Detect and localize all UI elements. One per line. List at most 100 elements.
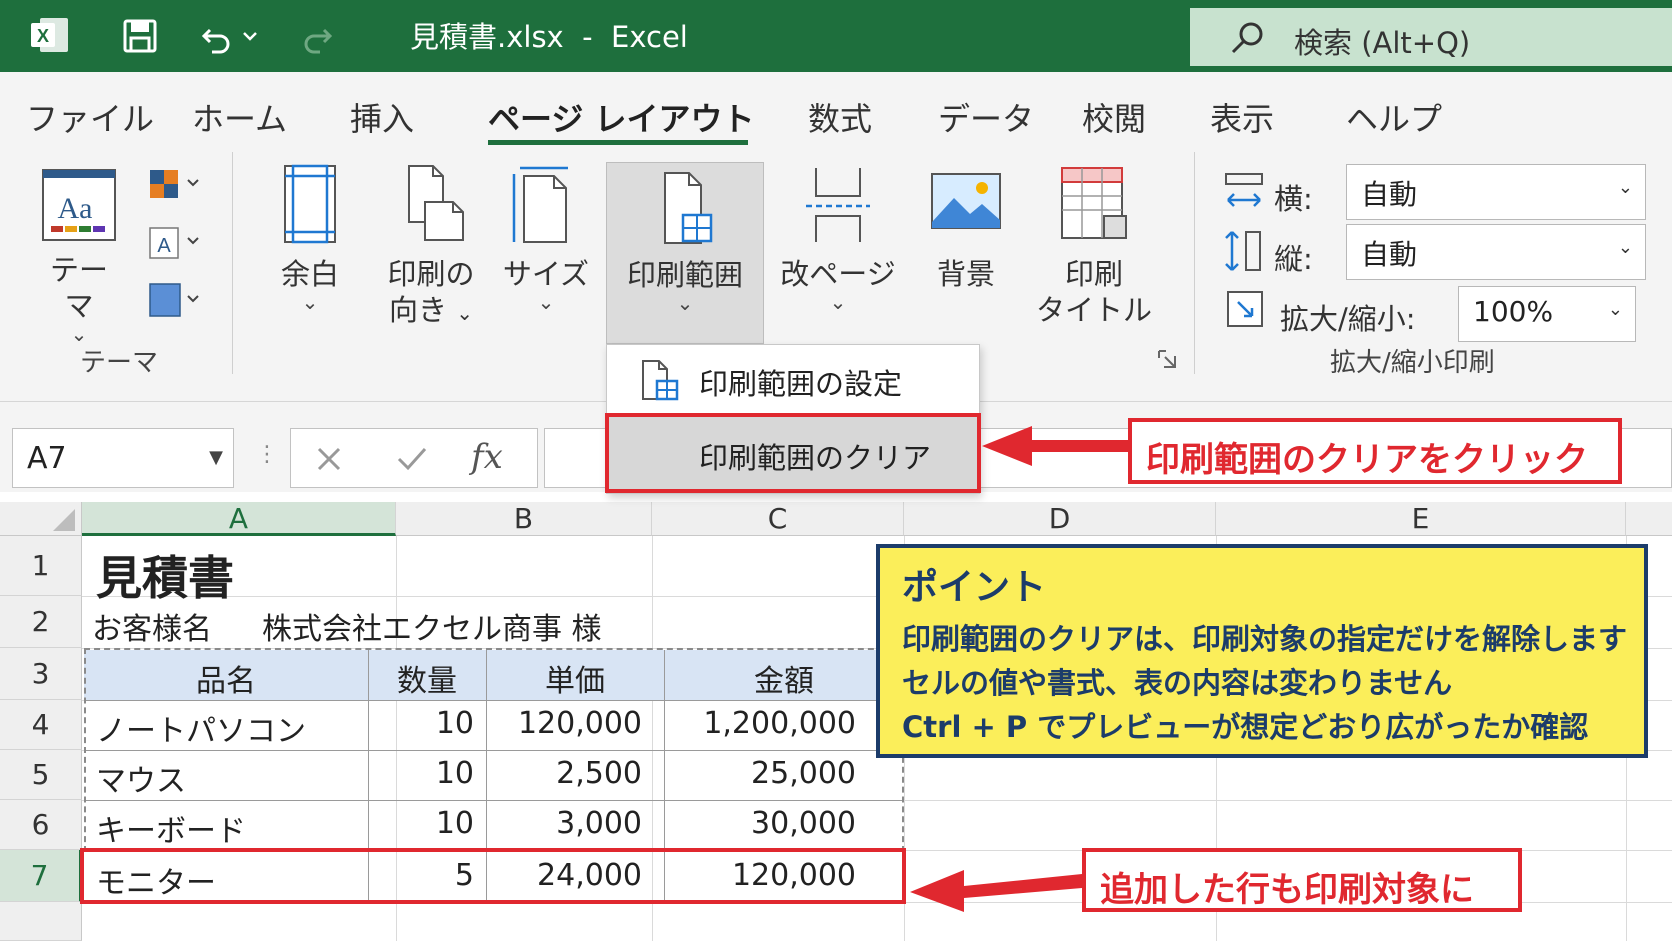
tab-home[interactable]: ホーム (192, 94, 287, 140)
width-label: 横: (1274, 182, 1313, 216)
theme-effects-icon (149, 283, 199, 317)
size-icon (512, 166, 568, 243)
window-title: 見積書.xlsx - Excel (410, 20, 688, 54)
print-area-icon (664, 172, 713, 244)
callout-arrow-icon (910, 870, 1082, 912)
column-header-e[interactable]: E (1216, 502, 1626, 536)
row-header-2[interactable]: 2 (0, 596, 82, 648)
column-header-b[interactable]: B (396, 502, 652, 536)
colors-button[interactable] (146, 168, 206, 212)
table-cell-qty[interactable]: 10 (368, 806, 474, 841)
column-header-a[interactable]: A (82, 502, 396, 536)
chevron-down-icon: ⌄ (1617, 237, 1633, 258)
svg-text:A: A (157, 235, 171, 257)
orientation-label-1: 印刷の (387, 257, 475, 291)
tab-formulas[interactable]: 数式 (808, 94, 872, 140)
scale-icon (1227, 291, 1263, 327)
cell-a1-title[interactable]: 見積書 (96, 542, 234, 608)
row-header-7[interactable]: 7 (0, 850, 82, 902)
print-titles-button[interactable]: 印刷 タイトル (1034, 162, 1154, 328)
column-header-d[interactable]: D (904, 502, 1216, 536)
background-button[interactable]: 背景 (918, 162, 1014, 292)
table-cell-price[interactable]: 120,000 (486, 706, 642, 741)
search-icon (1231, 22, 1263, 54)
orientation-button[interactable]: 印刷の 向き ⌄ (376, 162, 486, 331)
breaks-button[interactable]: 改ページ ⌄ (776, 162, 900, 312)
scale-group-label: 拡大/縮小印刷 (1330, 348, 1495, 378)
table-header-qty[interactable]: 数量 (368, 656, 486, 700)
chevron-down-icon: ⌄ (1607, 299, 1623, 320)
chevron-down-icon: ⌄ (70, 322, 88, 346)
cell-a2-customer-label[interactable]: お客様名 (92, 604, 212, 648)
row-header-5[interactable]: 5 (0, 750, 82, 800)
tab-view[interactable]: 表示 (1210, 94, 1274, 140)
cell-b2-customer-name[interactable]: 株式会社エクセル商事 様 (262, 604, 602, 648)
active-tab-indicator (488, 140, 748, 145)
callout-arrow-icon (982, 426, 1128, 466)
name-box[interactable]: A7 ▼ (12, 428, 234, 488)
print-area-label: 印刷範囲 (626, 258, 743, 292)
undo-icon[interactable] (200, 16, 270, 54)
chevron-down-icon: ⌄ (676, 291, 694, 315)
themes-button[interactable]: Aa テーマ ⌄ (36, 168, 122, 344)
search-box[interactable]: 検索 (Alt+Q) (1190, 8, 1672, 66)
select-all-corner[interactable] (0, 502, 82, 536)
column-header-next[interactable] (1626, 502, 1672, 536)
table-cell-amount[interactable]: 25,000 (664, 756, 856, 791)
table-cell-qty[interactable]: 10 (368, 756, 474, 791)
point-line-1: 印刷範囲のクリアは、印刷対象の指定だけを解除します (902, 622, 1628, 656)
table-cell-amount[interactable]: 1,200,000 (664, 706, 856, 741)
size-button[interactable]: サイズ ⌄ (498, 162, 594, 312)
effects-button[interactable] (146, 282, 206, 330)
tab-page-layout[interactable]: ページ レイアウト (488, 94, 755, 140)
width-select[interactable]: 自動 ⌄ (1346, 164, 1646, 220)
save-icon[interactable] (122, 18, 158, 54)
margins-icon (284, 164, 336, 244)
table-cell-price[interactable]: 2,500 (486, 756, 642, 791)
callout-click-clear: 印刷範囲のクリアをクリック (1128, 418, 1622, 484)
row-header-1[interactable]: 1 (0, 536, 82, 596)
table-header-price[interactable]: 単価 (486, 656, 664, 700)
insert-function-button[interactable]: fx (471, 437, 503, 477)
table-cell-item[interactable]: マウス (96, 756, 186, 800)
width-icon (1225, 173, 1263, 207)
theme-group-label: テーマ (80, 348, 159, 378)
row-header-6[interactable]: 6 (0, 800, 82, 850)
grip-icon: ⋮ (256, 442, 278, 467)
cancel-icon[interactable] (313, 443, 345, 475)
column-header-c[interactable]: C (652, 502, 904, 536)
tab-help[interactable]: ヘルプ (1346, 94, 1442, 140)
fonts-button[interactable]: A (146, 226, 206, 270)
chevron-down-icon: ⌄ (301, 290, 319, 314)
dialog-launcher-icon[interactable] (1156, 348, 1178, 370)
table-header-amount[interactable]: 金額 (664, 656, 904, 700)
tab-review[interactable]: 校閲 (1082, 94, 1146, 140)
table-cell-amount[interactable]: 30,000 (664, 806, 856, 841)
svg-text:Aa: Aa (58, 192, 93, 225)
scale-input[interactable]: 100% ⌄ (1458, 286, 1636, 342)
print-area-button[interactable]: 印刷範囲 ⌄ (606, 162, 764, 344)
menu-item-set-print-area[interactable]: 印刷範囲の設定 (607, 345, 979, 413)
themes-icon: Aa (42, 169, 116, 241)
tab-data[interactable]: データ (938, 94, 1034, 140)
height-select[interactable]: 自動 ⌄ (1346, 224, 1646, 280)
group-divider (1194, 152, 1195, 374)
table-cell-price[interactable]: 3,000 (486, 806, 642, 841)
set-print-area-icon (642, 360, 679, 401)
margins-button[interactable]: 余白 ⌄ (262, 162, 358, 312)
excel-logo-icon[interactable]: X (30, 16, 70, 54)
tab-insert[interactable]: 挿入 (350, 94, 414, 140)
menu-item-clear-print-area[interactable]: 印刷範囲のクリア (605, 413, 981, 493)
tab-file[interactable]: ファイル (26, 94, 154, 140)
row-header-3[interactable]: 3 (0, 648, 82, 700)
enter-check-icon[interactable] (395, 443, 429, 475)
table-cell-item[interactable]: ノートパソコン (96, 706, 306, 750)
chevron-down-icon: ⌄ (829, 290, 847, 314)
row-header-8[interactable] (0, 902, 82, 941)
row-header-4[interactable]: 4 (0, 700, 82, 750)
table-cell-qty[interactable]: 10 (368, 706, 474, 741)
orientation-icon (408, 165, 464, 241)
table-cell-item[interactable]: キーボード (96, 806, 246, 850)
table-header-item[interactable]: 品名 (84, 656, 368, 700)
redo-icon[interactable] (296, 16, 336, 54)
